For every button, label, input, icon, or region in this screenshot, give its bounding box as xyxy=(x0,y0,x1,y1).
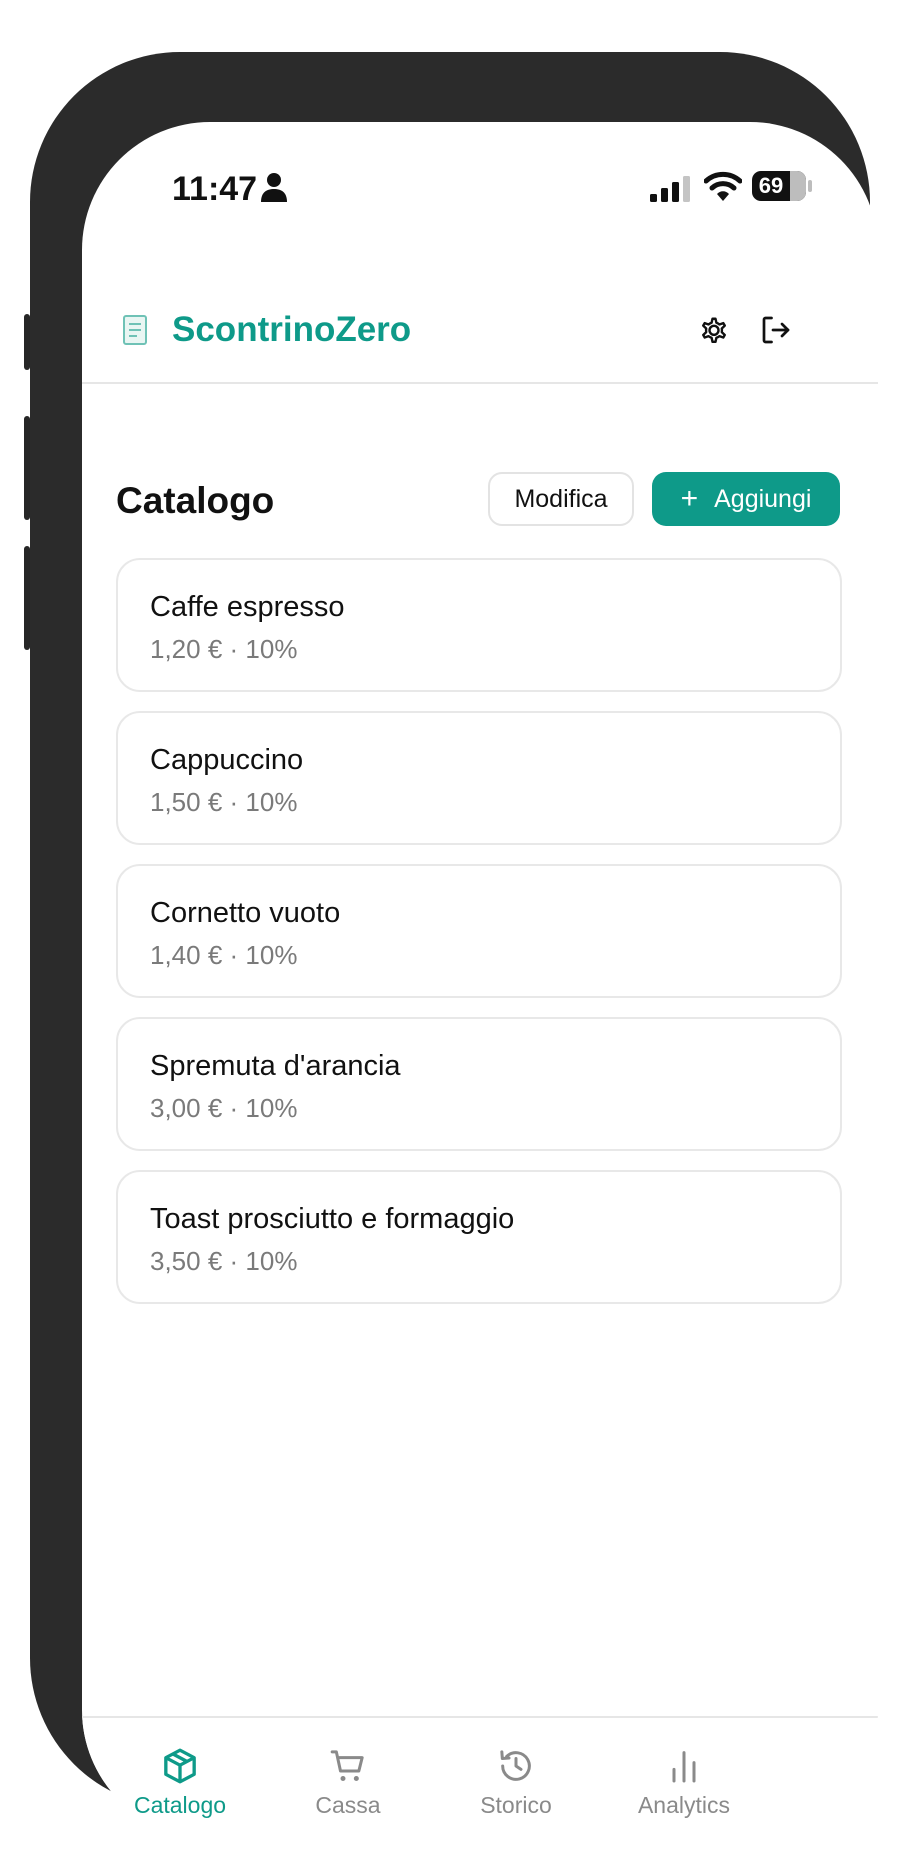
bottom-nav: Catalogo Cassa Storico Analytics xyxy=(82,1716,878,1838)
item-name: Cornetto vuoto xyxy=(150,897,341,929)
item-name: Spremuta d'arancia xyxy=(150,1050,401,1082)
catalog-item[interactable]: Spremuta d'arancia 3,00 € · 10% xyxy=(116,1017,842,1151)
wifi-icon xyxy=(704,171,742,201)
bar-chart-icon xyxy=(672,1751,696,1783)
battery-cap xyxy=(808,180,812,192)
nav-label: Analytics xyxy=(637,1792,731,1818)
item-name: Caffe espresso xyxy=(150,591,345,623)
catalog-item[interactable]: Cappuccino 1,50 € · 10% xyxy=(116,711,842,845)
cellular-signal-icon xyxy=(650,176,690,202)
plus-icon: + xyxy=(680,482,699,515)
catalog-list: Caffe espresso 1,20 € · 10% Cappuccino 1… xyxy=(116,558,842,1323)
history-icon xyxy=(500,1750,531,1781)
mute-switch xyxy=(24,314,30,370)
nav-label: Catalogo xyxy=(133,1792,227,1818)
volume-up-button xyxy=(24,416,30,520)
battery-level: 69 xyxy=(758,173,784,198)
logout-icon[interactable] xyxy=(758,312,794,348)
volume-down-button xyxy=(24,546,30,650)
item-price-vat: 1,50 € · 10% xyxy=(150,787,298,817)
nav-item-analytics[interactable]: Analytics xyxy=(604,1746,764,1819)
catalog-item[interactable]: Caffe espresso 1,20 € · 10% xyxy=(116,558,842,692)
item-price-vat: 3,00 € · 10% xyxy=(150,1093,298,1123)
catalog-item[interactable]: Cornetto vuoto 1,40 € · 10% xyxy=(116,864,842,998)
cart-icon xyxy=(330,1750,364,1781)
nav-label: Storico xyxy=(480,1792,552,1818)
nav-item-cassa[interactable]: Cassa xyxy=(268,1746,428,1819)
item-price-vat: 1,20 € · 10% xyxy=(150,634,298,664)
app-header: ScontrinoZero xyxy=(82,252,878,384)
item-price-vat: 3,50 € · 10% xyxy=(150,1246,298,1276)
receipt-icon xyxy=(123,315,147,345)
status-bar: 11:47 69 xyxy=(82,122,878,252)
item-price-vat: 1,40 € · 10% xyxy=(150,940,298,970)
catalog-item[interactable]: Toast prosciutto e formaggio 3,50 € · 10… xyxy=(116,1170,842,1304)
add-button[interactable]: + Aggiungi xyxy=(652,472,840,526)
nav-label: Cassa xyxy=(315,1792,381,1818)
page-title: Catalogo xyxy=(116,480,275,521)
nav-item-storico[interactable]: Storico xyxy=(436,1746,596,1819)
nav-item-catalogo[interactable]: Catalogo xyxy=(100,1746,260,1819)
item-name: Toast prosciutto e formaggio xyxy=(150,1203,515,1235)
battery-icon: 69 xyxy=(752,171,806,201)
gear-icon[interactable] xyxy=(696,312,732,348)
app-title: ScontrinoZero xyxy=(172,310,412,349)
add-button-label: Aggiungi xyxy=(714,485,812,513)
person-icon xyxy=(261,173,287,202)
edit-button[interactable]: Modifica xyxy=(488,472,634,526)
app-screen: 11:47 69 ScontrinoZero Catalogo Modifica… xyxy=(82,122,878,1838)
box-icon xyxy=(164,1748,196,1784)
phone-frame: 11:47 69 ScontrinoZero Catalogo Modifica… xyxy=(24,52,878,1838)
item-name: Cappuccino xyxy=(150,744,304,776)
status-time: 11:47 xyxy=(172,170,258,208)
